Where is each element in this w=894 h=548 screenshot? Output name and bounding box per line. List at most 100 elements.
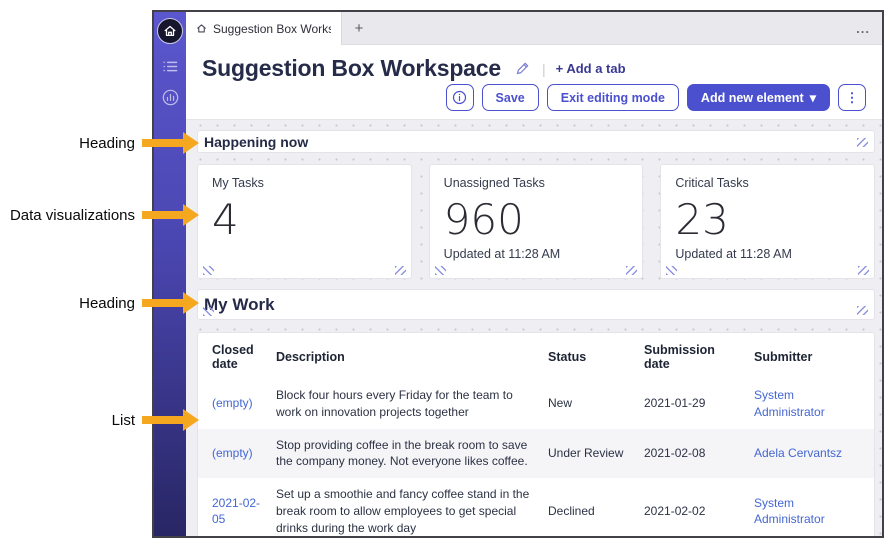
description-cell: Block four hours every Friday for the te… (276, 379, 548, 429)
column-header-status[interactable]: Status (548, 333, 644, 379)
add-new-element-label: Add new element (701, 91, 804, 105)
table-row[interactable]: 2021-02-05 Set up a smoothie and fancy c… (198, 478, 874, 536)
annotation-label: Data visualizations (10, 207, 135, 224)
submitter-link[interactable]: System Administrator (754, 496, 825, 527)
new-tab-button[interactable]: + (342, 12, 376, 44)
card-value: 23 (675, 199, 860, 241)
card-updated-timestamp: Updated at 11:28 AM (444, 247, 629, 261)
workspace-canvas: Happening now My Tasks 4 Unassigned Task… (186, 119, 882, 536)
screenshot-root: Heading Data visualizations Heading List (0, 0, 894, 548)
submitter-link[interactable]: System Administrator (754, 388, 825, 419)
header-actions: Save Exit editing mode Add new element ▾… (202, 84, 866, 111)
resize-handle-icon[interactable] (203, 307, 214, 316)
tab-home-icon (196, 23, 207, 34)
card-unassigned-tasks[interactable]: Unassigned Tasks 960 Updated at 11:28 AM (429, 164, 644, 279)
resize-handle-icon[interactable] (858, 266, 869, 275)
column-header-submission-date[interactable]: Submission date (644, 333, 754, 379)
plus-icon: + (355, 20, 364, 37)
tab-label: Suggestion Box Worksp... (213, 22, 331, 36)
description-cell: Set up a smoothie and fancy coffee stand… (276, 478, 548, 536)
annotation-data-visualizations: Data visualizations (0, 201, 199, 229)
table-header-row: Closed date Description Status Submissio… (198, 333, 874, 379)
save-button[interactable]: Save (482, 84, 539, 111)
more-options-button[interactable]: ⋮ (838, 84, 866, 111)
heading-element-my-work[interactable]: My Work (197, 289, 875, 320)
pencil-icon (515, 61, 530, 76)
card-value: 960 (444, 199, 629, 241)
annotation-arrow-icon (142, 409, 199, 431)
card-value: 4 (212, 199, 397, 241)
annotation-heading-1: Heading (0, 129, 199, 157)
work-list-table: Closed date Description Status Submissio… (198, 333, 874, 536)
info-button[interactable] (446, 84, 474, 111)
tab-suggestion-box-workspace[interactable]: Suggestion Box Worksp... (186, 12, 342, 45)
annotation-label: List (112, 412, 135, 429)
heading-text: Happening now (204, 134, 308, 150)
edit-title-button[interactable] (515, 61, 530, 76)
table-row[interactable]: (empty) Block four hours every Friday fo… (198, 379, 874, 429)
sidebar (154, 12, 186, 536)
list-element-my-work[interactable]: Closed date Description Status Submissio… (197, 332, 875, 536)
closed-date-link[interactable]: (empty) (212, 396, 253, 410)
annotation-label: Heading (79, 135, 135, 152)
status-cell: Under Review (548, 429, 644, 479)
status-cell: Declined (548, 478, 644, 536)
heading-element-happening-now[interactable]: Happening now (197, 130, 875, 153)
home-icon (163, 24, 177, 38)
submission-date-cell: 2021-02-08 (644, 429, 754, 479)
submitter-link[interactable]: Adela Cervantsz (754, 446, 842, 460)
resize-handle-icon[interactable] (395, 266, 406, 275)
submission-date-cell: 2021-02-02 (644, 478, 754, 536)
title-divider: | (542, 61, 546, 77)
column-header-submitter[interactable]: Submitter (754, 333, 874, 379)
card-title: Critical Tasks (675, 176, 860, 190)
chevron-down-icon: ▾ (810, 90, 816, 105)
card-my-tasks[interactable]: My Tasks 4 (197, 164, 412, 279)
kebab-icon: ⋮ (846, 90, 859, 106)
tab-overflow-button[interactable]: ... (844, 12, 882, 44)
annotation-list: List (0, 406, 199, 434)
resize-handle-icon[interactable] (203, 266, 214, 275)
card-title: Unassigned Tasks (444, 176, 629, 190)
column-header-closed-date[interactable]: Closed date (198, 333, 276, 379)
app-window: Suggestion Box Worksp... + ... Suggestio… (152, 10, 884, 538)
submission-date-cell: 2021-01-29 (644, 379, 754, 429)
ellipsis-icon: ... (856, 21, 870, 36)
description-cell: Stop providing coffee in the break room … (276, 429, 548, 479)
add-a-tab-button[interactable]: + Add a tab (556, 61, 626, 76)
home-button[interactable] (157, 18, 183, 44)
tab-bar: Suggestion Box Worksp... + ... (186, 12, 882, 45)
resize-handle-icon[interactable] (666, 266, 677, 275)
sidebar-item-reports[interactable] (162, 89, 179, 106)
heading-text: My Work (204, 295, 275, 315)
exit-editing-mode-button[interactable]: Exit editing mode (547, 84, 679, 111)
status-cell: New (548, 379, 644, 429)
page-title: Suggestion Box Workspace (202, 55, 501, 82)
info-icon (452, 90, 467, 105)
closed-date-link[interactable]: 2021-02-05 (212, 496, 260, 527)
card-critical-tasks[interactable]: Critical Tasks 23 Updated at 11:28 AM (660, 164, 875, 279)
closed-date-link[interactable]: (empty) (212, 446, 253, 460)
title-row: Suggestion Box Workspace | + Add a tab (202, 55, 866, 82)
annotation-heading-2: Heading (0, 289, 199, 317)
main-area: Suggestion Box Worksp... + ... Suggestio… (186, 12, 882, 536)
resize-handle-icon[interactable] (435, 266, 446, 275)
workspace-header: Suggestion Box Workspace | + Add a tab (186, 45, 882, 119)
card-title: My Tasks (212, 176, 397, 190)
list-icon (163, 60, 178, 73)
tabbar-spacer (376, 12, 844, 44)
resize-handle-icon[interactable] (857, 138, 868, 147)
column-header-description[interactable]: Description (276, 333, 548, 379)
annotation-arrow-icon (142, 204, 199, 226)
resize-handle-icon[interactable] (857, 306, 868, 315)
annotation-arrow-icon (142, 132, 199, 154)
add-new-element-button[interactable]: Add new element ▾ (687, 84, 830, 111)
table-row[interactable]: (empty) Stop providing coffee in the bre… (198, 429, 874, 479)
card-updated-timestamp: Updated at 11:28 AM (675, 247, 860, 261)
chart-circle-icon (162, 89, 179, 106)
annotation-arrow-icon (142, 292, 199, 314)
data-visualizations-row: My Tasks 4 Unassigned Tasks 960 Updated … (197, 164, 875, 279)
resize-handle-icon[interactable] (626, 266, 637, 275)
sidebar-item-list[interactable] (163, 60, 178, 73)
annotation-label: Heading (79, 295, 135, 312)
